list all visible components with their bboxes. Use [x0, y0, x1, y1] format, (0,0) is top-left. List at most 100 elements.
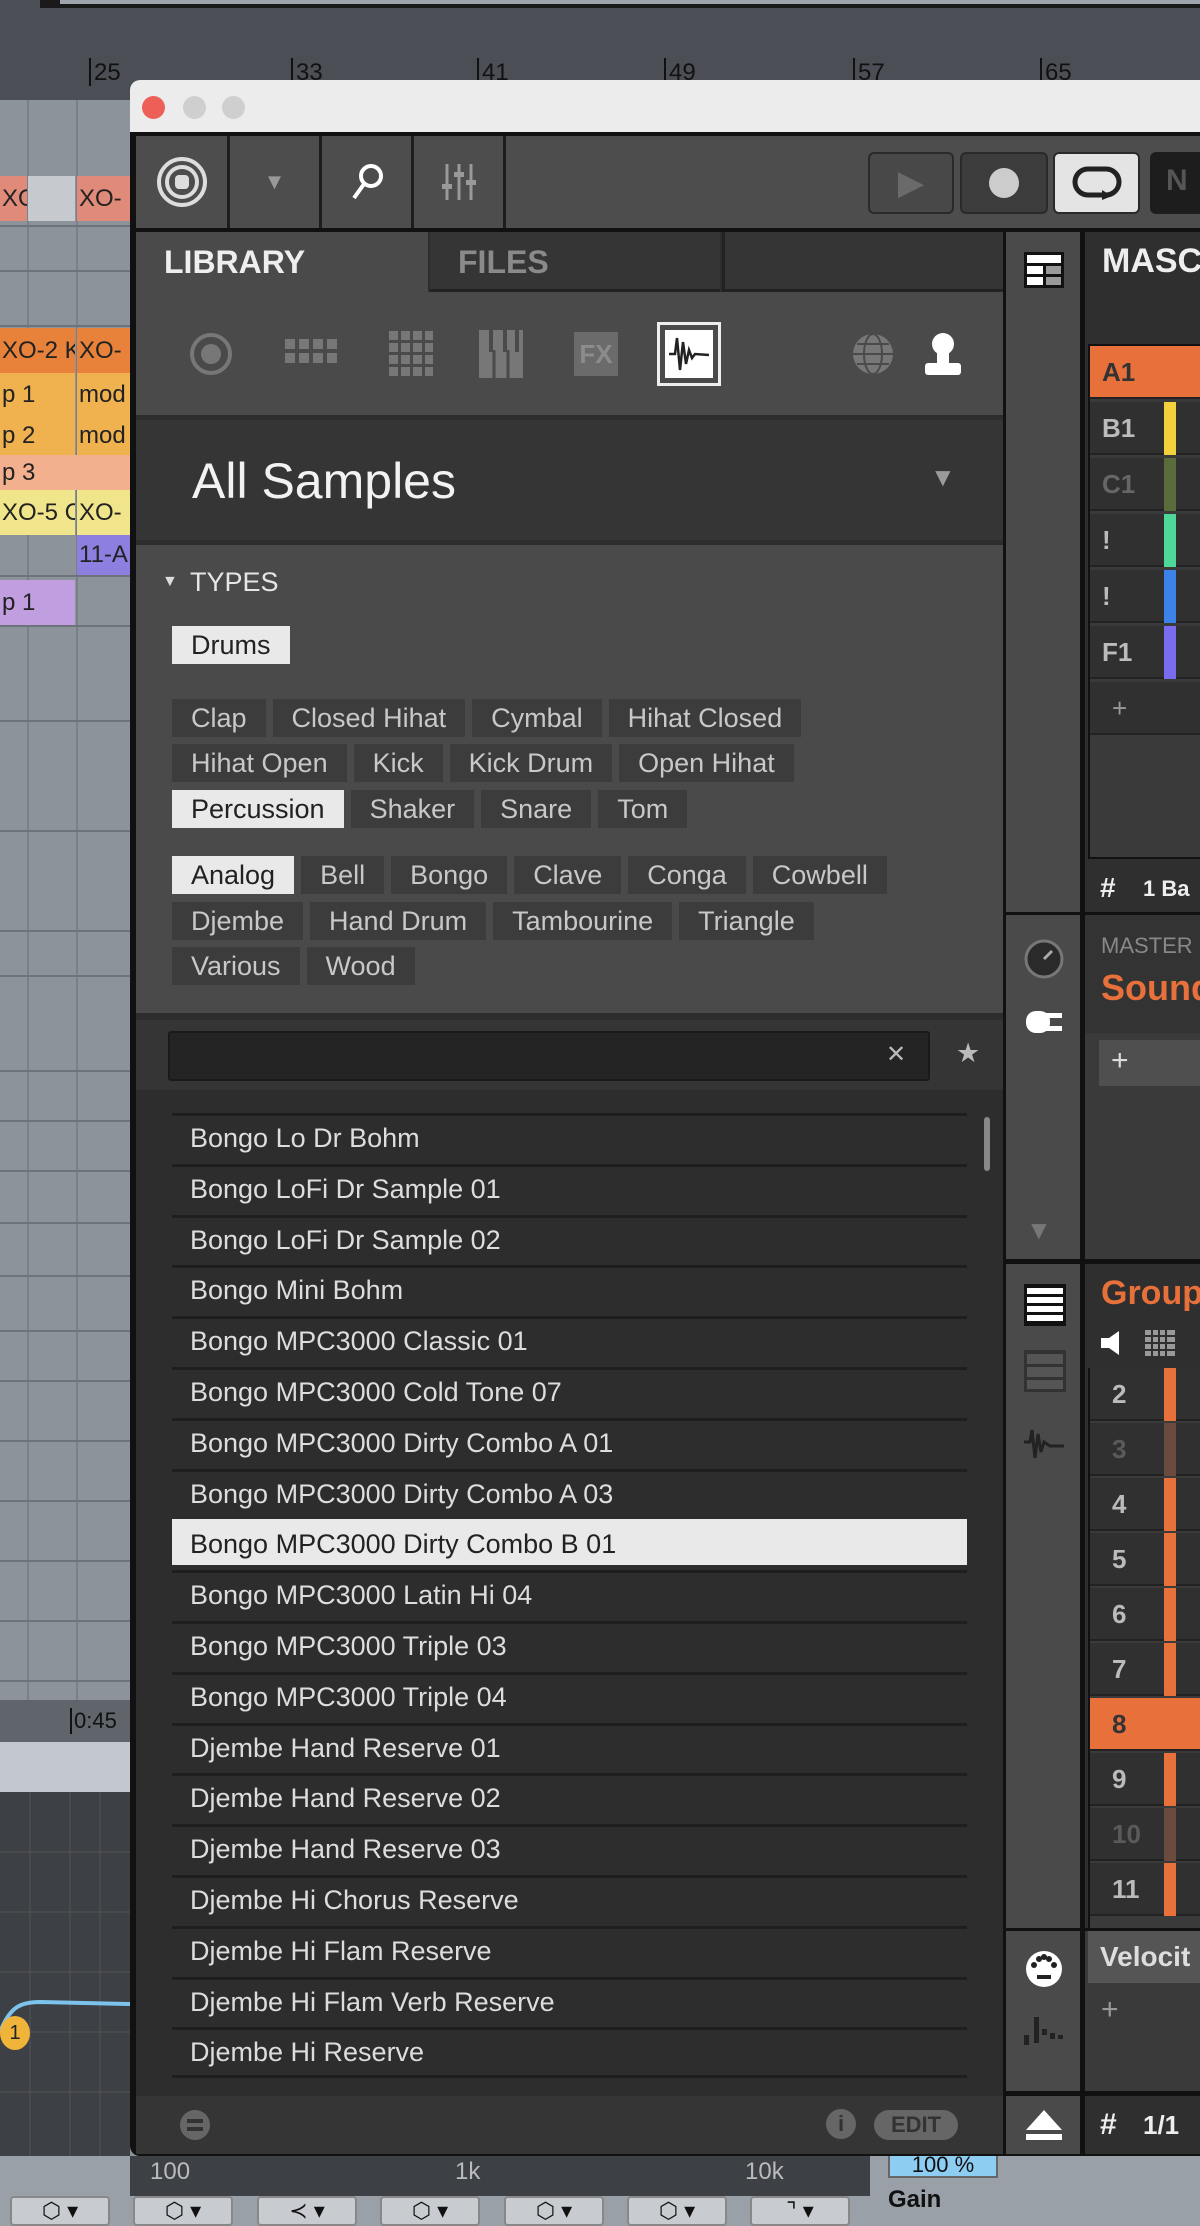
edit-button[interactable]: EDIT	[874, 2110, 958, 2140]
scene-row[interactable]: F1	[1090, 626, 1200, 679]
scene-row[interactable]: A1	[1090, 346, 1200, 399]
tag-tom[interactable]: Tom	[598, 790, 688, 828]
daw-clip[interactable]: XO-5 C	[0, 490, 75, 535]
tag-clap[interactable]: Clap	[172, 699, 266, 737]
refresh-icon[interactable]	[178, 2108, 212, 2142]
daw-clip[interactable]: p 1	[0, 373, 75, 416]
tag-tambourine[interactable]: Tambourine	[493, 902, 673, 940]
tab-files[interactable]: FILES	[430, 232, 720, 292]
scene-row[interactable]: C1	[1090, 458, 1200, 511]
eq-band-handle[interactable]: 1	[0, 2016, 30, 2050]
pad-row[interactable]: 2	[1090, 1368, 1200, 1421]
scene-row[interactable]: B1	[1090, 402, 1200, 455]
eq-filter-type-button[interactable]: ⬡ ▾	[627, 2196, 727, 2226]
scene-row[interactable]: !	[1090, 570, 1200, 623]
daw-clip[interactable]: 11-A	[77, 535, 130, 575]
tag-wood[interactable]: Wood	[306, 947, 415, 985]
scrollbar[interactable]	[984, 1117, 990, 1171]
daw-clip[interactable]: XO-	[77, 328, 130, 373]
scene-row[interactable]: +	[1090, 682, 1200, 735]
eq-filter-type-button[interactable]: ≺ ▾	[257, 2196, 357, 2226]
tag-open-hihat[interactable]: Open Hihat	[619, 744, 794, 782]
piano-icon[interactable]	[471, 292, 531, 415]
zoom-button[interactable]	[222, 96, 245, 119]
pad-grid-icon[interactable]	[1145, 1330, 1175, 1356]
list-item[interactable]: Bongo MPC3000 Dirty Combo A 03	[172, 1468, 967, 1515]
tag-various[interactable]: Various	[172, 947, 300, 985]
list-item[interactable]: Bongo LoFi Dr Sample 01	[172, 1163, 967, 1210]
list-item[interactable]: Bongo MPC3000 Dirty Combo B 01	[172, 1519, 967, 1566]
daw-clip[interactable]: mod	[77, 416, 130, 455]
loop-button[interactable]	[1053, 152, 1140, 214]
metronome-button[interactable]: N	[1150, 152, 1200, 214]
add-plugin-button[interactable]: +	[1099, 1040, 1200, 1086]
tag-hihat-open[interactable]: Hihat Open	[172, 744, 347, 782]
pad-row[interactable]: 5	[1090, 1533, 1200, 1586]
list-item[interactable]: Bongo MPC3000 Triple 03	[172, 1621, 967, 1667]
tag-shaker[interactable]: Shaker	[350, 790, 475, 828]
list-item[interactable]: Djembe Hi Flam Reserve	[172, 1925, 967, 1972]
tag-triangle[interactable]: Triangle	[679, 902, 814, 940]
tag-snare[interactable]: Snare	[481, 790, 592, 828]
maschine-logo-button[interactable]	[136, 136, 230, 228]
list-item-partial[interactable]	[172, 2075, 967, 2093]
list-item[interactable]: Bongo Mini Bohm	[172, 1265, 967, 1311]
eject-icon[interactable]	[1024, 2108, 1064, 2142]
daw-clip[interactable]: mod	[77, 373, 130, 416]
list-item[interactable]: Djembe Hi Chorus Reserve	[172, 1875, 967, 1921]
list-item[interactable]: Bongo Lo Dr Bohm	[172, 1113, 967, 1159]
collapse-down-icon[interactable]: ▼	[1026, 1215, 1052, 1246]
close-button[interactable]	[142, 96, 165, 119]
clear-search-icon[interactable]: ✕	[886, 1040, 906, 1069]
daw-clip[interactable]: XO-	[77, 490, 130, 535]
info-icon[interactable]: i	[826, 2109, 856, 2139]
play-button[interactable]: ▶	[868, 152, 954, 214]
eq-filter-type-button[interactable]: ⬡ ▾	[10, 2196, 110, 2226]
instrument-icon[interactable]	[186, 292, 236, 415]
knob-icon[interactable]	[1024, 939, 1064, 979]
daw-clip[interactable]: p 2	[0, 416, 75, 455]
fx-icon[interactable]: FX	[566, 292, 626, 415]
list-item[interactable]: Djembe Hi Flam Verb Reserve	[172, 1976, 967, 2023]
tag-percussion[interactable]: Percussion	[172, 790, 344, 828]
tag-analog[interactable]: Analog	[172, 856, 295, 894]
eq-filter-type-button[interactable]: ⬡ ▾	[133, 2196, 233, 2226]
group-icon[interactable]	[281, 292, 341, 415]
daw-clip[interactable]: p 1	[0, 580, 75, 625]
tag-clave[interactable]: Clave	[514, 856, 622, 894]
plug-icon[interactable]	[1024, 1007, 1064, 1037]
list-item[interactable]: Djembe Hand Reserve 01	[172, 1722, 967, 1769]
eq-display[interactable]: 1	[0, 1792, 131, 2156]
pad-row[interactable]: 3	[1090, 1423, 1200, 1476]
browser-button[interactable]	[322, 136, 414, 228]
tag-drums[interactable]: Drums	[172, 626, 290, 664]
daw-clip[interactable]: XO-	[77, 176, 130, 221]
waveform-icon[interactable]	[1022, 1424, 1066, 1464]
collapse-triangle-icon[interactable]: ▼	[162, 573, 178, 591]
tag-bongo[interactable]: Bongo	[391, 856, 508, 894]
scene-row[interactable]: !	[1090, 514, 1200, 567]
list-item[interactable]: Bongo MPC3000 Classic 01	[172, 1316, 967, 1362]
tab-library[interactable]: LIBRARY	[136, 232, 428, 292]
tag-djembe[interactable]: Djembe	[172, 902, 304, 940]
tag-cowbell[interactable]: Cowbell	[752, 856, 887, 894]
pad-row[interactable]: 7	[1090, 1643, 1200, 1696]
list-view-icon[interactable]	[1024, 1284, 1066, 1326]
list-item[interactable]: Bongo MPC3000 Cold Tone 07	[172, 1367, 967, 1413]
daw-clip[interactable]	[28, 176, 75, 221]
sample-icon[interactable]	[657, 292, 721, 415]
tag-cymbal[interactable]: Cymbal	[472, 699, 602, 737]
content-type-dropdown[interactable]: All Samples ▼	[136, 420, 1003, 540]
automation-icon[interactable]	[1022, 2013, 1066, 2049]
tag-closed-hihat[interactable]: Closed Hihat	[272, 699, 466, 737]
search-input[interactable]	[168, 1031, 930, 1081]
list-item[interactable]: Djembe Hand Reserve 02	[172, 1773, 967, 1819]
favorite-star-icon[interactable]: ★	[956, 1038, 980, 1069]
list-item[interactable]: Djembe Hand Reserve 03	[172, 1824, 967, 1870]
pad-row[interactable]: 10	[1090, 1808, 1200, 1861]
list-item[interactable]: Bongo MPC3000 Latin Hi 04	[172, 1570, 967, 1616]
globe-icon[interactable]	[848, 292, 898, 415]
velocity-header[interactable]: Velocit	[1088, 1931, 1200, 1983]
list-item[interactable]: Bongo MPC3000 Dirty Combo A 01	[172, 1417, 967, 1464]
tag-kick[interactable]: Kick	[353, 744, 443, 782]
